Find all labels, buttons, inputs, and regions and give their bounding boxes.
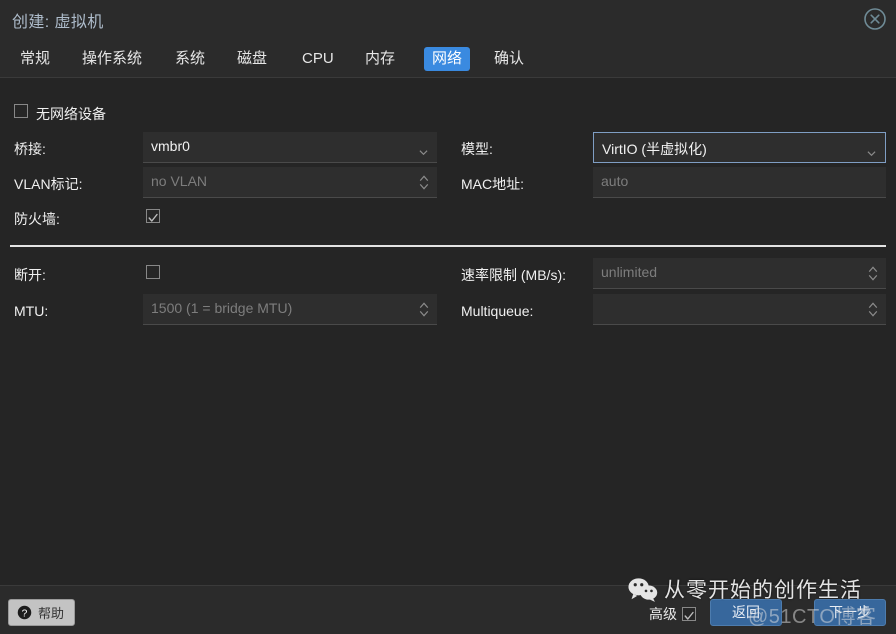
advanced-toggle[interactable]: 高级 [649, 604, 696, 624]
check-icon [148, 210, 158, 222]
rate-limit-placeholder: unlimited [601, 264, 658, 280]
close-icon[interactable] [862, 6, 888, 32]
wizard-tabbar: 常规 操作系统 系统 磁盘 CPU 内存 网络 确认 [0, 40, 896, 78]
tab-system[interactable]: 系统 [167, 47, 213, 71]
mtu-input[interactable]: 1500 (1 = bridge MTU) [143, 294, 437, 325]
multiqueue-label: Multiqueue: [461, 303, 534, 319]
spinner-icon[interactable] [419, 174, 429, 191]
tab-os[interactable]: 操作系统 [74, 47, 150, 71]
tab-disks[interactable]: 磁盘 [229, 47, 275, 71]
no-network-device-checkbox[interactable] [14, 104, 28, 118]
no-network-device-label: 无网络设备 [36, 106, 106, 122]
mtu-placeholder: 1500 (1 = bridge MTU) [151, 300, 293, 316]
tab-confirm[interactable]: 确认 [486, 47, 532, 71]
chevron-down-icon [419, 144, 428, 156]
dialog-title: 创建: 虚拟机 [12, 14, 104, 31]
create-vm-dialog: 创建: 虚拟机 常规 操作系统 系统 磁盘 CPU 内存 网络 确认 无网络设备… [0, 0, 896, 634]
next-button[interactable]: 下一步 [814, 599, 886, 626]
rate-limit-label: 速率限制 (MB/s): [461, 267, 566, 283]
tab-network[interactable]: 网络 [424, 47, 471, 71]
tab-cpu[interactable]: CPU [294, 47, 342, 71]
help-button[interactable]: ? 帮助 [8, 599, 76, 626]
advanced-checkbox[interactable] [682, 607, 696, 621]
section-divider [10, 245, 886, 247]
mac-address-input[interactable]: auto [593, 167, 886, 198]
disconnect-label: 断开: [14, 267, 46, 283]
spinner-icon[interactable] [868, 265, 878, 282]
spinner-icon[interactable] [419, 301, 429, 318]
spinner-icon[interactable] [868, 301, 878, 318]
bridge-label: 桥接: [14, 141, 46, 157]
model-value: VirtIO (半虚拟化) [602, 141, 707, 157]
multiqueue-input[interactable] [593, 294, 886, 325]
dialog-footer: ? 帮助 高级 返回 下一步 [0, 585, 896, 634]
model-combobox[interactable]: VirtIO (半虚拟化) [593, 132, 886, 163]
model-label: 模型: [461, 141, 493, 157]
disconnect-checkbox[interactable] [146, 265, 160, 279]
rate-limit-input[interactable]: unlimited [593, 258, 886, 289]
help-button-label: 帮助 [38, 606, 65, 621]
chevron-down-icon [867, 145, 876, 157]
mac-address-placeholder: auto [601, 173, 629, 189]
mtu-label: MTU: [14, 303, 49, 319]
vlan-tag-placeholder: no VLAN [151, 173, 208, 189]
svg-text:?: ? [22, 608, 28, 619]
bridge-value: vmbr0 [151, 138, 190, 154]
tab-general[interactable]: 常规 [12, 47, 58, 71]
advanced-label: 高级 [649, 606, 677, 622]
vlan-tag-input[interactable]: no VLAN [143, 167, 437, 198]
tab-memory[interactable]: 内存 [357, 47, 403, 71]
vlan-tag-label: VLAN标记: [14, 176, 83, 192]
bridge-combobox[interactable]: vmbr0 [143, 132, 437, 163]
question-circle-icon: ? [17, 605, 32, 620]
mac-address-label: MAC地址: [461, 176, 524, 192]
dialog-titlebar: 创建: 虚拟机 [0, 0, 896, 40]
back-button[interactable]: 返回 [710, 599, 782, 626]
firewall-label: 防火墙: [14, 211, 60, 227]
network-form-panel: 无网络设备 桥接: vmbr0 模型: VirtIO (半虚拟化) VLAN标记… [0, 78, 896, 585]
check-icon [684, 608, 694, 620]
firewall-checkbox[interactable] [146, 209, 160, 223]
